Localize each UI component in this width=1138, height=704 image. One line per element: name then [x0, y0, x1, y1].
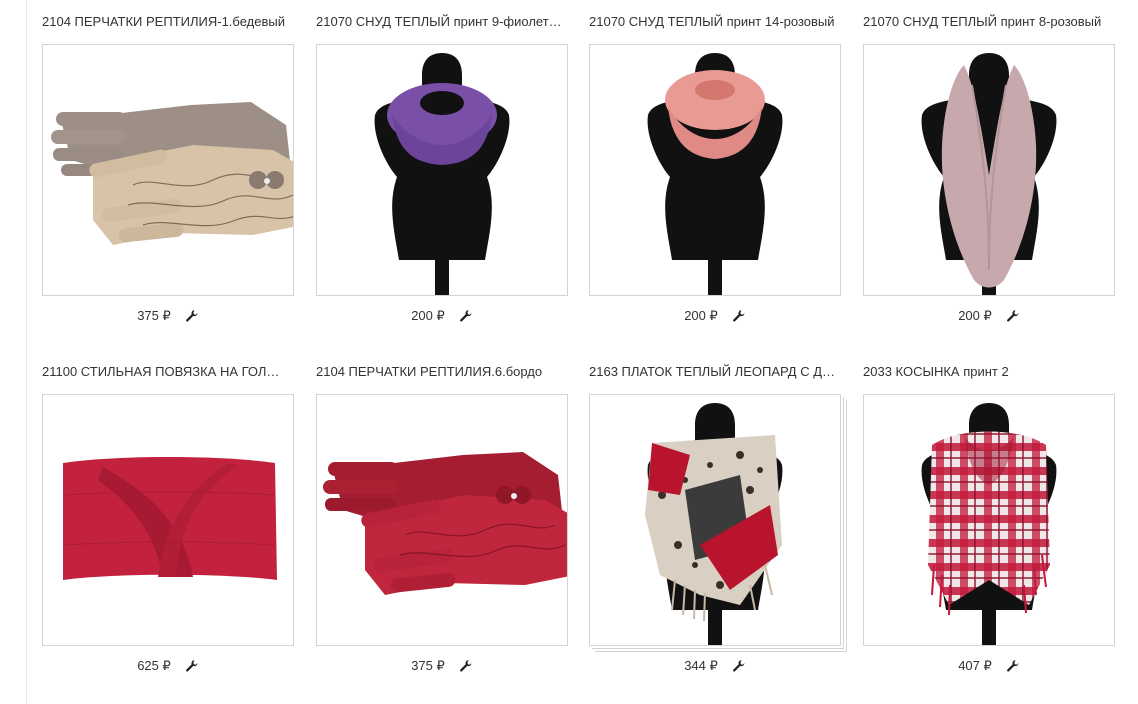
- wrench-icon[interactable]: [732, 309, 746, 323]
- price: 200 ₽: [411, 308, 445, 323]
- product-title[interactable]: 21100 СТИЛЬНАЯ ПОВЯЗКА НА ГОЛ…: [42, 364, 294, 380]
- price-row: 375 ₽: [42, 308, 294, 324]
- product-image[interactable]: [589, 394, 841, 646]
- product-title[interactable]: 2163 ПЛАТОК ТЕПЛЫЙ ЛЕОПАРД С Д…: [589, 364, 841, 380]
- price-row: 200 ₽: [589, 308, 841, 324]
- product-image[interactable]: [863, 394, 1115, 646]
- price: 200 ₽: [684, 308, 718, 323]
- price: 344 ₽: [684, 658, 718, 673]
- price: 200 ₽: [958, 308, 992, 323]
- product-image[interactable]: [863, 44, 1115, 296]
- wrench-icon[interactable]: [732, 659, 746, 673]
- product-title[interactable]: 2104 ПЕРЧАТКИ РЕПТИЛИЯ-1.бедевый: [42, 14, 294, 30]
- wrench-icon[interactable]: [459, 309, 473, 323]
- product-image[interactable]: [316, 44, 568, 296]
- wrench-icon[interactable]: [185, 309, 199, 323]
- product-image[interactable]: [42, 394, 294, 646]
- wrench-icon[interactable]: [1006, 659, 1020, 673]
- product-title[interactable]: 2033 КОСЫНКА принт 2: [863, 364, 1115, 380]
- price-row: 407 ₽: [863, 658, 1115, 674]
- left-divider: [26, 0, 27, 704]
- product-image[interactable]: [42, 44, 294, 296]
- product-title[interactable]: 2104 ПЕРЧАТКИ РЕПТИЛИЯ.6.бордо: [316, 364, 568, 380]
- price: 625 ₽: [137, 658, 171, 673]
- product-title[interactable]: 21070 СНУД ТЕПЛЫЙ принт 8-розовый: [863, 14, 1115, 30]
- product-title[interactable]: 21070 СНУД ТЕПЛЫЙ принт 14-розовый: [589, 14, 841, 30]
- wrench-icon[interactable]: [1006, 309, 1020, 323]
- price: 375 ₽: [137, 308, 171, 323]
- price-row: 375 ₽: [316, 658, 568, 674]
- wrench-icon[interactable]: [185, 659, 199, 673]
- price-row: 200 ₽: [863, 308, 1115, 324]
- price-row: 200 ₽: [316, 308, 568, 324]
- price-row: 344 ₽: [589, 658, 841, 674]
- price: 407 ₽: [958, 658, 992, 673]
- wrench-icon[interactable]: [459, 659, 473, 673]
- price-row: 625 ₽: [42, 658, 294, 674]
- product-image[interactable]: [589, 44, 841, 296]
- product-title[interactable]: 21070 СНУД ТЕПЛЫЙ принт 9-фиолет…: [316, 14, 568, 30]
- price: 375 ₽: [411, 658, 445, 673]
- product-image[interactable]: [316, 394, 568, 646]
